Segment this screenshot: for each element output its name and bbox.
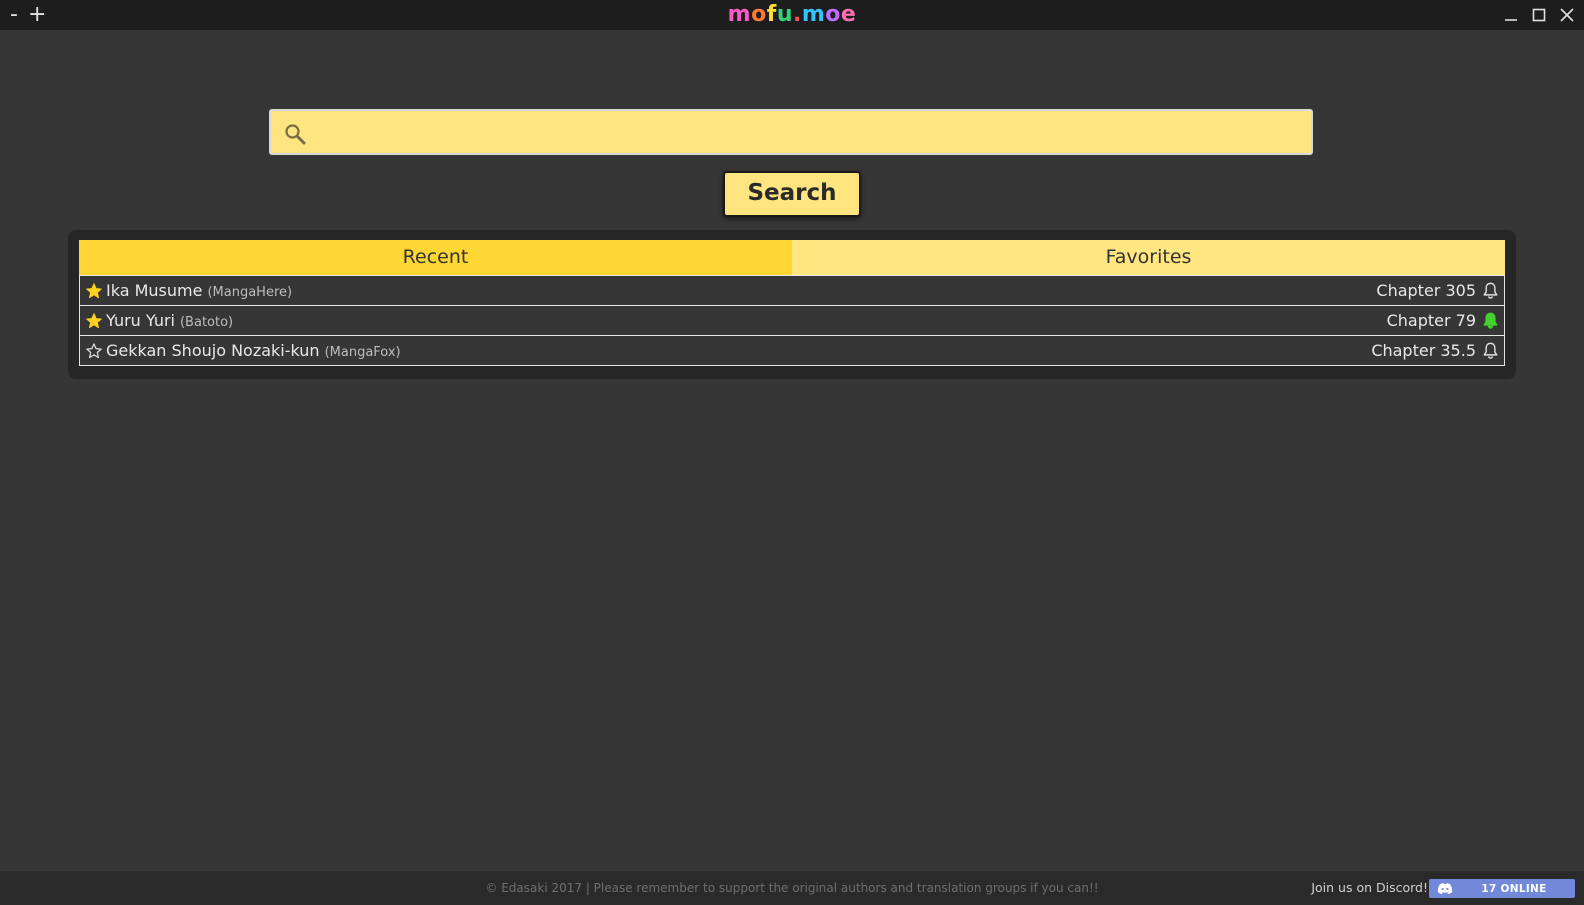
logo-letter: m bbox=[727, 2, 752, 27]
tab-bar: Recent Favorites bbox=[79, 240, 1505, 275]
search-input[interactable] bbox=[319, 117, 1303, 149]
search-icon bbox=[285, 124, 306, 145]
manga-title: Yuru Yuri bbox=[106, 311, 175, 330]
manga-title-line: Ika Musume (MangaHere) bbox=[106, 276, 292, 307]
discord-online-count: 17 ONLINE bbox=[1481, 882, 1547, 895]
search-button[interactable]: Search bbox=[723, 171, 861, 217]
manga-title-line: Gekkan Shoujo Nozaki-kun (MangaFox) bbox=[106, 336, 401, 367]
logo-letter: f bbox=[766, 2, 777, 27]
chapter-label: Chapter 79 bbox=[1386, 311, 1476, 330]
manga-source: (MangaHere) bbox=[207, 285, 293, 300]
logo-letter: o bbox=[825, 2, 841, 27]
chapter-label: Chapter 35.5 bbox=[1371, 341, 1476, 360]
star-filled-icon[interactable] bbox=[85, 282, 103, 300]
logo-letter: u bbox=[776, 2, 793, 27]
logo-letter: . bbox=[792, 2, 802, 27]
bell-outline-icon[interactable] bbox=[1481, 281, 1500, 300]
manga-title: Ika Musume bbox=[106, 281, 203, 300]
discord-widget-button[interactable]: 17 ONLINE bbox=[1429, 879, 1575, 898]
discord-invite-text[interactable]: Join us on Discord! bbox=[1311, 871, 1428, 905]
manga-title: Gekkan Shoujo Nozaki-kun bbox=[106, 341, 320, 360]
manga-source: (Batoto) bbox=[179, 315, 234, 330]
minimize-icon[interactable] bbox=[1502, 6, 1520, 24]
bell-outline-icon[interactable] bbox=[1481, 341, 1500, 360]
app-logo: mofu.moe bbox=[0, 1, 1584, 29]
manga-title-line: Yuru Yuri (Batoto) bbox=[106, 306, 233, 337]
window-controls bbox=[1502, 0, 1576, 30]
discord-icon bbox=[1437, 882, 1453, 894]
tab-recent[interactable]: Recent bbox=[79, 240, 792, 275]
close-icon[interactable] bbox=[1558, 6, 1576, 24]
manga-list: Ika Musume (MangaHere) Chapter 305 Yuru Y… bbox=[79, 275, 1505, 366]
app-window: - + mofu.moe Search Recent Favorites Ika… bbox=[0, 0, 1584, 905]
logo-letter: e bbox=[840, 2, 857, 27]
list-item[interactable]: Gekkan Shoujo Nozaki-kun (MangaFox) Chapt… bbox=[80, 335, 1504, 365]
title-bar: - + mofu.moe bbox=[0, 0, 1584, 30]
search-box bbox=[269, 109, 1313, 155]
logo-letter: o bbox=[751, 2, 767, 27]
maximize-icon[interactable] bbox=[1530, 6, 1548, 24]
tab-favorites[interactable]: Favorites bbox=[792, 240, 1505, 275]
manga-source: (MangaFox) bbox=[324, 345, 401, 360]
logo-letter: m bbox=[801, 2, 826, 27]
bell-filled-icon[interactable] bbox=[1481, 311, 1500, 330]
star-outline-icon[interactable] bbox=[85, 342, 103, 360]
chapter-label: Chapter 305 bbox=[1376, 281, 1476, 300]
list-item[interactable]: Ika Musume (MangaHere) Chapter 305 bbox=[80, 275, 1504, 305]
star-filled-icon[interactable] bbox=[85, 312, 103, 330]
manga-panel: Recent Favorites Ika Musume (MangaHere) C… bbox=[68, 230, 1516, 379]
footer: © Edasaki 2017 | Please remember to supp… bbox=[0, 871, 1584, 905]
list-item[interactable]: Yuru Yuri (Batoto) Chapter 79 bbox=[80, 305, 1504, 335]
